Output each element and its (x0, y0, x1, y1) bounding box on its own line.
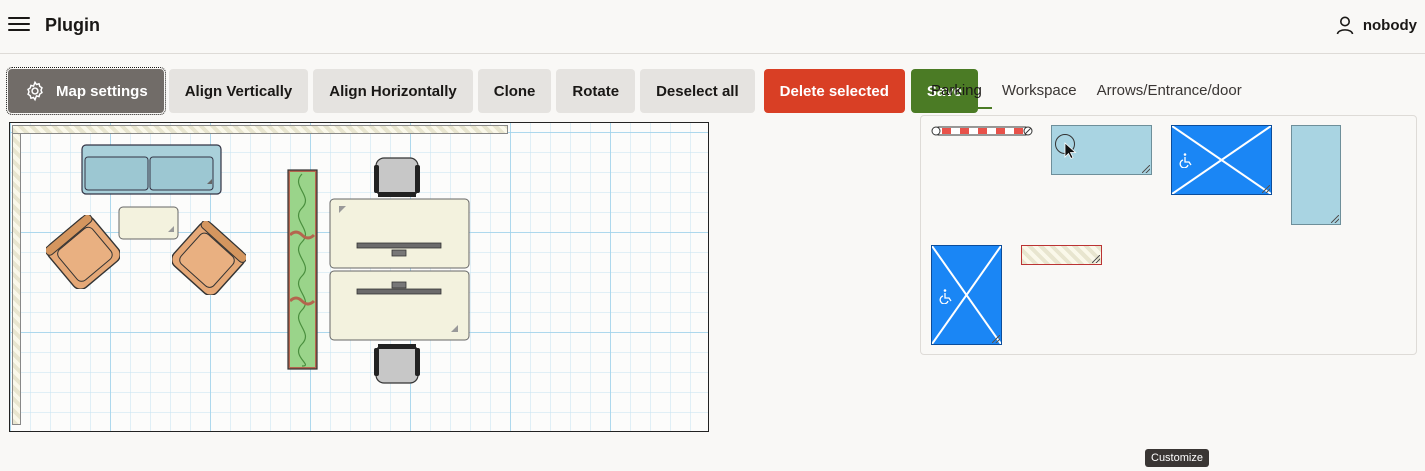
user-menu[interactable]: nobody (1335, 15, 1417, 35)
accessible-parking-vertical-item[interactable] (931, 245, 1002, 345)
app-title: Plugin (45, 15, 100, 35)
align-vertically-button[interactable]: Align Vertically (168, 69, 309, 113)
wall-top[interactable] (12, 125, 508, 134)
toolbar: Map settings Align Vertically Align Hori… (6, 67, 978, 115)
map-settings-label: Map settings (56, 82, 148, 100)
armchair-right[interactable] (172, 221, 246, 295)
plant-divider[interactable] (287, 169, 318, 370)
deselect-all-button[interactable]: Deselect all (640, 69, 755, 113)
tab-workspace[interactable]: Workspace (992, 70, 1087, 109)
tab-parking[interactable]: Parking (921, 70, 992, 109)
wheelchair-icon (1179, 153, 1192, 168)
palette-tabs: Parking Workspace Arrows/Entrance/door (921, 70, 1252, 109)
armchair-left[interactable] (46, 215, 120, 289)
user-name: nobody (1362, 16, 1417, 34)
resize-grip-icon[interactable] (1092, 255, 1100, 263)
floor-map-canvas[interactable] (9, 122, 709, 432)
hatched-curb-item[interactable] (1021, 245, 1102, 265)
resize-grip-icon[interactable] (1262, 185, 1270, 193)
sofa[interactable] (81, 144, 222, 195)
parking-spot-vertical-item[interactable] (1291, 125, 1341, 225)
user-icon (1336, 16, 1354, 35)
wheelchair-icon (939, 289, 952, 304)
tab-arrows-entrance-door[interactable]: Arrows/Entrance/door (1087, 70, 1252, 109)
coffee-table[interactable] (118, 206, 180, 241)
office-chair-top[interactable] (373, 157, 421, 199)
office-chair-bottom[interactable] (373, 342, 421, 384)
wall-left[interactable] (12, 133, 21, 425)
resize-grip-icon[interactable] (992, 335, 1000, 343)
top-bar: Plugin nobody (0, 0, 1425, 54)
resize-grip-icon[interactable] (1331, 215, 1339, 223)
cursor-pointer-icon (1055, 134, 1077, 160)
map-settings-button[interactable]: Map settings (6, 67, 166, 115)
desk-top[interactable] (329, 198, 470, 269)
hamburger-menu-icon[interactable] (8, 17, 30, 35)
parking-barrier-item[interactable] (931, 125, 1033, 137)
accessible-parking-horizontal-item[interactable] (1171, 125, 1272, 195)
desk-bottom[interactable] (329, 270, 470, 341)
resize-grip-icon[interactable] (1142, 165, 1150, 173)
parking-spot-horizontal-item[interactable] (1051, 125, 1152, 175)
delete-selected-button[interactable]: Delete selected (763, 69, 905, 113)
parking-palette (920, 115, 1417, 355)
gear-icon (27, 80, 43, 102)
rotate-button[interactable]: Rotate (556, 69, 636, 113)
clone-button[interactable]: Clone (477, 69, 552, 113)
align-horizontally-button[interactable]: Align Horizontally (313, 69, 473, 113)
customize-tooltip: Customize (1145, 449, 1209, 467)
